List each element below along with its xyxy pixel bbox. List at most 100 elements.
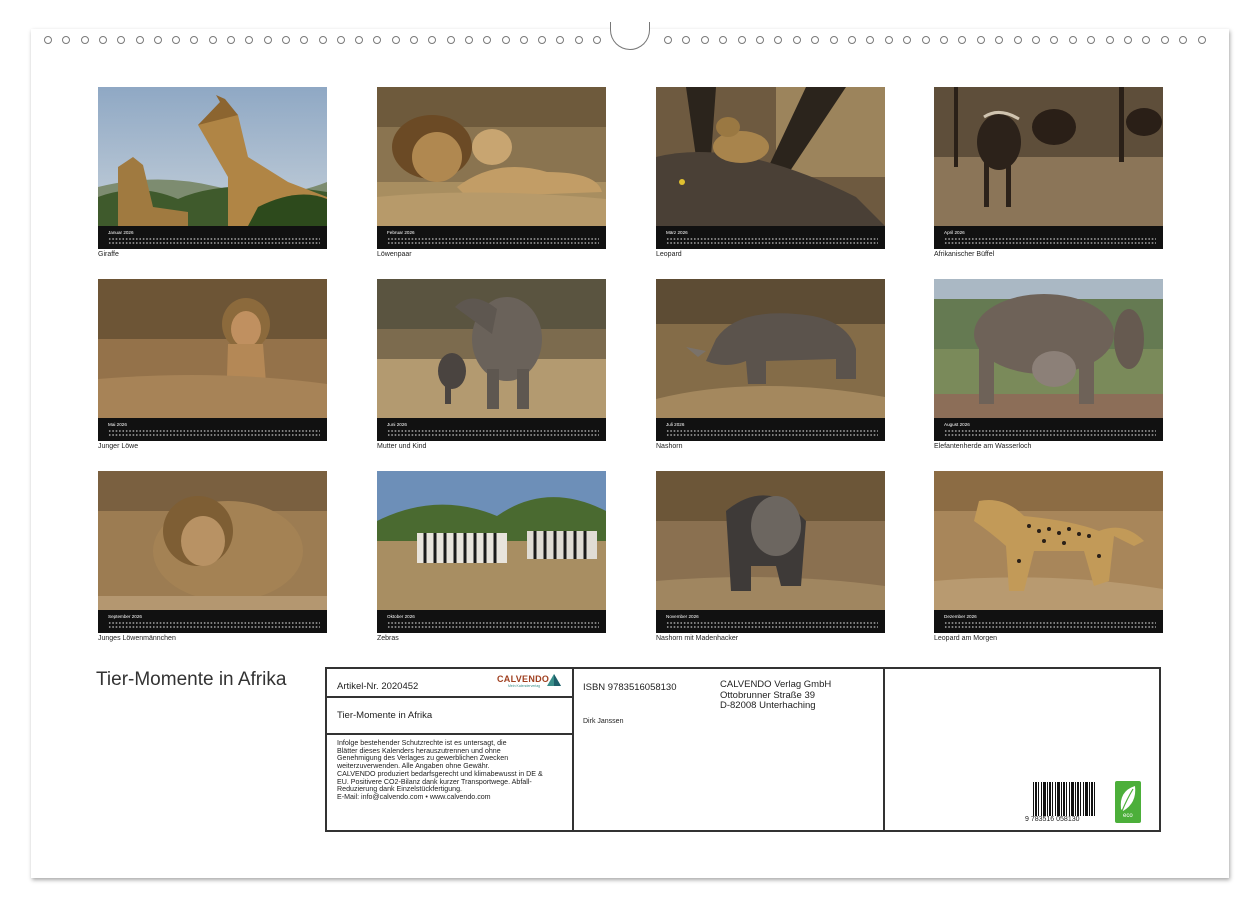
photo-caption: Löwenpaar (377, 251, 412, 258)
month-label: Januar 2026 (108, 230, 134, 235)
rhino-photo (656, 279, 885, 418)
binding-ring (447, 36, 455, 44)
binding-ring (903, 36, 911, 44)
lion-pair-photo (377, 87, 606, 226)
young-lion-photo (98, 279, 327, 418)
rhino-oxpecker-photo (656, 471, 885, 610)
binding-ring (355, 36, 363, 44)
photo-caption: Zebras (377, 635, 399, 642)
binding-ring (282, 36, 290, 44)
elephant-herd-photo (934, 279, 1163, 418)
binding-ring (682, 36, 690, 44)
binding-ring (264, 36, 272, 44)
leopard-photo (656, 87, 885, 226)
day-grid (108, 237, 320, 245)
month-label: März 2026 (666, 230, 688, 235)
binding-ring (154, 36, 162, 44)
binding-ring (1161, 36, 1169, 44)
day-grid (387, 429, 599, 437)
photo-caption: Junger Löwe (98, 443, 139, 450)
binding-ring (885, 36, 893, 44)
binding-ring (62, 36, 70, 44)
binding-ring (428, 36, 436, 44)
photo-caption: Junges Löwenmännchen (98, 635, 176, 642)
young-male-lion-photo (98, 471, 327, 610)
binding-ring (811, 36, 819, 44)
binding-ring (1198, 36, 1206, 44)
binding-ring (556, 36, 564, 44)
binding-ring (774, 36, 782, 44)
binding-ring (172, 36, 180, 44)
binding-ring (502, 36, 510, 44)
publisher-address: CALVENDO Verlag GmbH Ottobrunner Straße … (720, 679, 832, 711)
binding-ring (940, 36, 948, 44)
elephant-mother-calf-photo (377, 279, 606, 418)
month-label: September 2026 (108, 614, 142, 619)
binding-ring (922, 36, 930, 44)
calvendo-logo-sub: Mein Kalenderverlag (508, 684, 541, 688)
binding-ring (410, 36, 418, 44)
binding-ring (866, 36, 874, 44)
binding-ring (738, 36, 746, 44)
day-grid (944, 429, 1156, 437)
barcode-digits: 9 783516 058130 (1025, 816, 1080, 823)
binding-ring (756, 36, 764, 44)
photo-caption: Leopard (656, 251, 682, 258)
zebras-photo (377, 471, 606, 610)
day-grid (666, 237, 878, 245)
day-grid (944, 237, 1156, 245)
day-grid (666, 429, 878, 437)
binding-ring (465, 36, 473, 44)
calvendo-logo: CALVENDO (497, 674, 550, 684)
legal-notice: Infolge bestehender Schutzrechte ist es … (337, 739, 543, 801)
buffalo-photo (934, 87, 1163, 226)
binding-ring (1142, 36, 1150, 44)
binding-ring (958, 36, 966, 44)
binding-ring (136, 36, 144, 44)
binding-ring (44, 36, 52, 44)
day-grid (666, 621, 878, 629)
binding-ring (1124, 36, 1132, 44)
day-grid (108, 429, 320, 437)
day-grid (387, 621, 599, 629)
product-info-box: Artikel-Nr. 2020452 CALVENDO Mein Kalend… (325, 667, 1161, 832)
photo-caption: Nashorn (656, 443, 683, 450)
binding-ring (1087, 36, 1095, 44)
binding-ring (575, 36, 583, 44)
binding-ring (520, 36, 528, 44)
month-label: April 2026 (944, 230, 965, 235)
binding-ring (977, 36, 985, 44)
month-label: November 2026 (666, 614, 699, 619)
binding-ring (1050, 36, 1058, 44)
month-label: Juni 2026 (387, 422, 407, 427)
binding-ring (593, 36, 601, 44)
binding-ring (209, 36, 217, 44)
binding-ring (392, 36, 400, 44)
month-label: August 2026 (944, 422, 970, 427)
article-number: Artikel-Nr. 2020452 (337, 681, 419, 692)
day-grid (108, 621, 320, 629)
binding-ring (1069, 36, 1077, 44)
eco-label: eco (1123, 813, 1133, 819)
giraffe-photo (98, 87, 327, 226)
product-title: Tier-Momente in Afrika (337, 710, 433, 721)
author: Dirk Janssen (583, 718, 624, 725)
binding-ring (848, 36, 856, 44)
binding-ring (1106, 36, 1114, 44)
eco-leaf-icon: eco (1115, 781, 1141, 823)
binding-ring (1014, 36, 1022, 44)
barcode (1033, 782, 1097, 816)
day-grid (944, 621, 1156, 629)
binding-ring (227, 36, 235, 44)
binding-ring (701, 36, 709, 44)
binding-ring (373, 36, 381, 44)
month-label: Oktober 2026 (387, 614, 415, 619)
day-grid (387, 237, 599, 245)
binding-ring (1032, 36, 1040, 44)
month-label: Dezember 2026 (944, 614, 977, 619)
binding-ring (719, 36, 727, 44)
calendar-title: Tier-Momente in Afrika (96, 669, 287, 690)
binding-ring (337, 36, 345, 44)
binding-ring (99, 36, 107, 44)
binding-ring (81, 36, 89, 44)
